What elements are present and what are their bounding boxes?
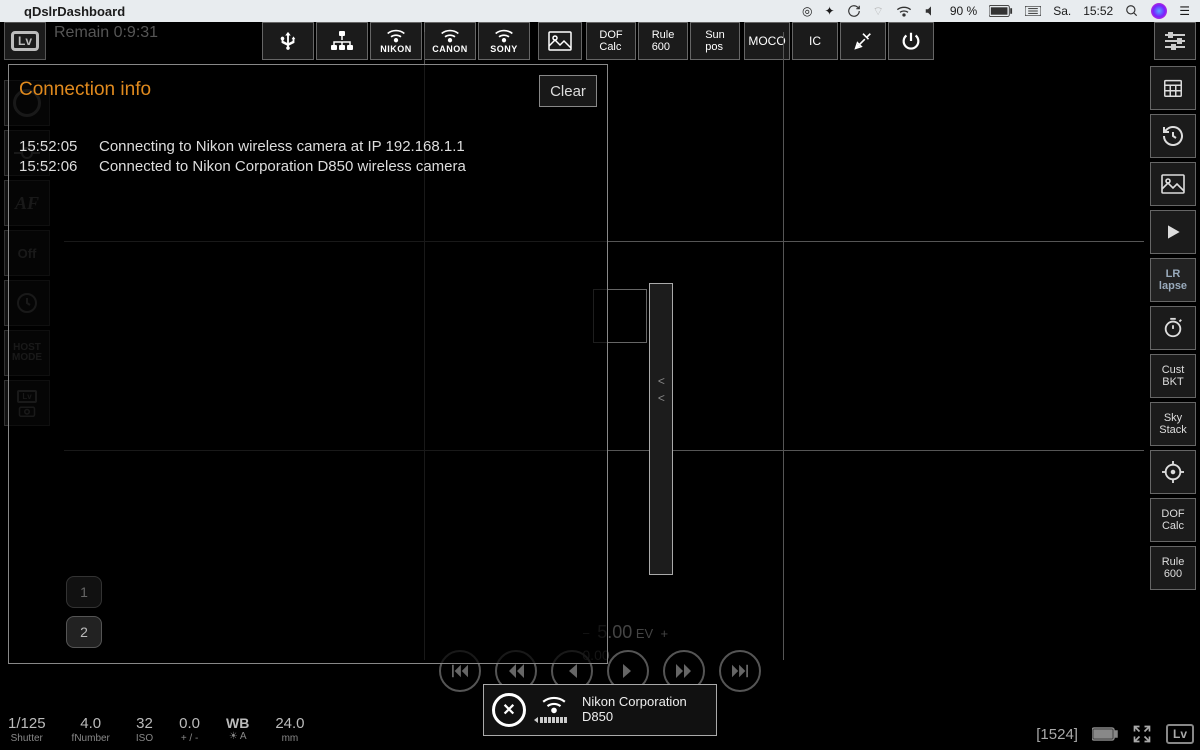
connection-log: 15:52:05Connecting to Nikon wireless cam… <box>19 137 597 176</box>
rewind-icon <box>508 664 524 678</box>
self-timer-button[interactable] <box>1150 306 1196 350</box>
battery-percent: 90 % <box>950 4 977 18</box>
image-icon <box>1161 174 1185 194</box>
status-icons: ◎ ✦ ⌔ 90 % Sa. 15:52 ☰ <box>802 3 1190 19</box>
play-icon <box>1163 222 1183 242</box>
disconnect-button[interactable]: ✕ <box>492 693 526 727</box>
history-icon <box>1161 124 1185 148</box>
app-body: Lv Remain 0:9:31 NIKON CANON SONY <box>0 22 1200 750</box>
sky-stack-button[interactable]: Sky Stack <box>1150 402 1196 446</box>
right-sidebar: LR lapse Cust BKT Sky Stack DOF Calc Rul… <box>1150 66 1196 590</box>
step-fwd-icon <box>622 664 634 678</box>
page-1[interactable]: 1 <box>66 576 102 608</box>
device-wifi-icon <box>534 696 574 724</box>
crosshair-icon <box>1162 461 1184 483</box>
live-view-toggle[interactable]: Lv <box>4 22 46 60</box>
dof-calc-side-button[interactable]: DOF Calc <box>1150 498 1196 542</box>
white-balance-value[interactable]: WB☀A <box>226 715 249 744</box>
play-button[interactable] <box>1150 210 1196 254</box>
page-indicator: 1 2 <box>66 576 102 648</box>
creative-cloud-icon[interactable]: ◎ <box>802 4 812 18</box>
fast-fwd-icon <box>676 664 692 678</box>
history-button[interactable] <box>1150 114 1196 158</box>
menubar-day: Sa. <box>1053 4 1071 18</box>
skip-back-icon <box>452 664 468 678</box>
focus-step: < <box>658 391 665 405</box>
lv-badge[interactable]: Lv <box>1166 724 1194 744</box>
sync-icon[interactable] <box>847 4 861 18</box>
adjustments-button[interactable] <box>1154 22 1196 60</box>
bottom-right-status: [1524] Lv <box>1036 724 1194 744</box>
shutter-value[interactable]: 1/125Shutter <box>8 715 46 744</box>
focus-column[interactable]: < < <box>649 283 673 575</box>
calendar-icon <box>1162 77 1184 99</box>
antivirus-icon[interactable]: ✦ <box>824 4 834 18</box>
calendar-button[interactable] <box>1150 66 1196 110</box>
menubar-time: 15:52 <box>1083 4 1113 18</box>
skip-fwd-icon <box>732 664 748 678</box>
connection-info-panel: Connection info Clear 15:52:05Connecting… <box>8 64 608 664</box>
page-2[interactable]: 2 <box>66 616 102 648</box>
grid-line <box>783 32 784 660</box>
sun-icon: ☀ <box>229 731 238 742</box>
skip-fwd-button[interactable] <box>719 650 761 692</box>
connection-info-title: Connection info <box>19 79 597 101</box>
connected-device-chip[interactable]: ✕ Nikon Corporation D850 <box>483 684 717 736</box>
macos-menubar: qDslrDashboard ◎ ✦ ⌔ 90 % Sa. 15:52 ☰ <box>0 0 1200 22</box>
app-name[interactable]: qDslrDashboard <box>24 4 125 19</box>
log-row: 15:52:06Connected to Nikon Corporation D… <box>19 157 597 177</box>
timer-icon <box>1162 317 1184 339</box>
battery-icon[interactable] <box>989 5 1013 17</box>
iso-value[interactable]: 32ISO <box>136 715 153 744</box>
log-row: 15:52:05Connecting to Nikon wireless cam… <box>19 137 597 157</box>
exposure-comp-value[interactable]: 0.0+ / - <box>179 715 200 744</box>
aperture-value[interactable]: 4.0fNumber <box>72 715 110 744</box>
image-view-button[interactable] <box>1150 162 1196 206</box>
focus-step: < <box>658 374 665 388</box>
notification-center-icon[interactable]: ☰ <box>1179 4 1190 18</box>
step-back-icon <box>566 664 578 678</box>
exposure-bar: 1/125Shutter 4.0fNumber 32ISO 0.0+ / - W… <box>8 715 305 744</box>
control-center-icon[interactable] <box>1025 6 1041 16</box>
focus-target-button[interactable] <box>1150 450 1196 494</box>
card-battery-icon <box>1092 727 1118 741</box>
volume-icon[interactable] <box>924 5 938 17</box>
device-name: Nikon Corporation D850 <box>582 695 687 725</box>
fullscreen-icon <box>1132 724 1152 744</box>
bluetooth-icon[interactable]: ⌔ <box>873 4 884 19</box>
frames-remaining: [1524] <box>1036 726 1078 743</box>
signal-bars-icon <box>534 716 574 724</box>
custom-bracket-button[interactable]: Cust BKT <box>1150 354 1196 398</box>
spotlight-icon[interactable] <box>1125 4 1139 18</box>
clear-log-button[interactable]: Clear <box>539 75 597 107</box>
wifi-icon[interactable] <box>896 5 912 17</box>
lrtimelapse-button[interactable]: LR lapse <box>1150 258 1196 302</box>
focal-length-value[interactable]: 24.0mm <box>275 715 304 744</box>
rule-600-side-button[interactable]: Rule 600 <box>1150 546 1196 590</box>
fullscreen-button[interactable] <box>1132 724 1152 744</box>
sliders-icon <box>1163 31 1187 51</box>
siri-icon[interactable] <box>1151 3 1167 19</box>
